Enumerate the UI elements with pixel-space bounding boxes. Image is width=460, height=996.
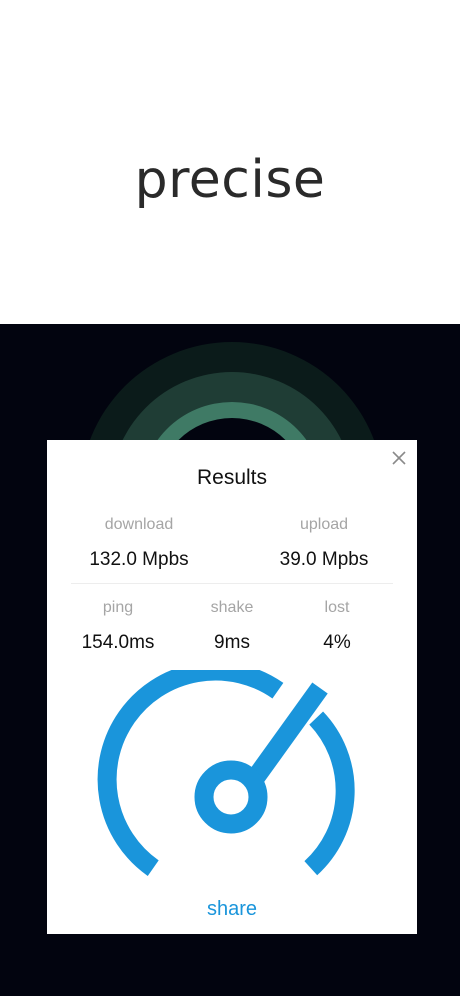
- lost-value: 4%: [323, 632, 351, 653]
- divider: [71, 583, 393, 584]
- lost-label: lost: [324, 599, 350, 616]
- shake-label: shake: [210, 599, 254, 616]
- close-icon[interactable]: [391, 450, 407, 466]
- download-stat: download 132.0 Mpbs: [67, 516, 211, 571]
- download-label: download: [104, 516, 174, 533]
- share-button[interactable]: share: [47, 898, 417, 921]
- ping-value: 154.0ms: [81, 632, 155, 653]
- shake-value: 9ms: [214, 632, 250, 653]
- hero-section: precise: [0, 0, 460, 324]
- ping-label: ping: [102, 599, 134, 616]
- dialog-title: Results: [196, 466, 268, 489]
- ping-stat: ping 154.0ms: [63, 599, 173, 654]
- speedometer-icon: [97, 670, 355, 876]
- results-dialog: Results download 132.0 Mpbs upload 39.0 …: [47, 440, 417, 934]
- headline: precise: [134, 150, 326, 210]
- download-value: 132.0 Mpbs: [89, 549, 189, 570]
- shake-stat: shake 9ms: [177, 599, 287, 654]
- upload-label: upload: [299, 516, 349, 533]
- lost-stat: lost 4%: [282, 599, 392, 654]
- upload-value: 39.0 Mpbs: [279, 549, 369, 570]
- upload-stat: upload 39.0 Mpbs: [252, 516, 396, 571]
